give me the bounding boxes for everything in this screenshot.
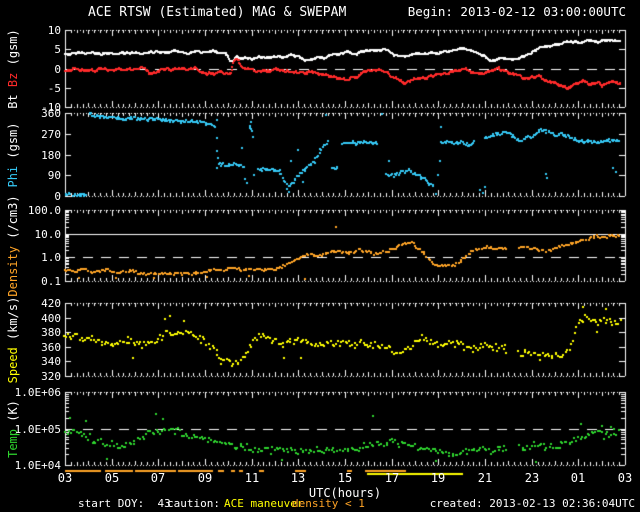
begin-timestamp: Begin: 2013-02-12 03:00:00UTC (407, 4, 626, 19)
y-tick-label: 420 (41, 297, 61, 310)
x-tick-label: 11 (244, 471, 260, 485)
x-tick-label: 13 (290, 471, 306, 485)
x-tick-label: 07 (150, 471, 166, 485)
y-tick-label: 1.0 (41, 251, 61, 264)
x-tick-label: 05 (104, 471, 120, 485)
x-tick-label: 01 (570, 471, 586, 485)
y-tick-label: 10 (47, 24, 61, 37)
chart-canvas (0, 0, 640, 512)
x-tick-label: 19 (430, 471, 446, 485)
y-tick-label: 360 (41, 107, 61, 120)
x-tick-label: 17 (384, 471, 400, 485)
y-tick-label: 0.1 (41, 275, 61, 288)
y-tick-label: 180 (41, 149, 61, 162)
y-tick-label: 5 (54, 43, 61, 56)
x-tick-label: 03 (617, 471, 633, 485)
y-tick-label: -5 (47, 82, 61, 95)
y-tick-label: 10.0 (34, 228, 62, 241)
y-tick-label: 340 (41, 355, 61, 368)
y-tick-label: 1.0E+06 (14, 386, 61, 399)
footer-start-doy: start DOY: 43 (78, 497, 171, 510)
ace-rtsw-plot: ACE RTSW (Estimated) MAG & SWEPAM Begin:… (0, 0, 640, 512)
y-tick-label: 1.0E+04 (14, 459, 61, 472)
y-axis-label-speed: Speed (km/s) (6, 296, 20, 383)
y-tick-label: 400 (41, 312, 61, 325)
x-tick-label: 09 (197, 471, 213, 485)
footer-caution-density: density < 1 (292, 497, 365, 510)
y-tick-label: 100.0 (27, 204, 61, 217)
y-tick-label: 320 (41, 370, 61, 383)
footer-caution-label: caution: (167, 497, 220, 510)
x-tick-label: 23 (524, 471, 540, 485)
page-title: ACE RTSW (Estimated) MAG & SWEPAM (88, 5, 347, 20)
y-tick-label: 90 (47, 169, 61, 182)
y-tick-label: 380 (41, 326, 61, 339)
y-tick-label: 1.0E+05 (14, 423, 61, 436)
x-tick-label: 21 (477, 471, 493, 485)
footer-created-timestamp: created: 2013-02-13 02:36:04UTC (429, 497, 635, 510)
x-tick-label: 15 (337, 471, 353, 485)
y-tick-label: 270 (41, 128, 61, 141)
y-tick-label: 0 (54, 63, 61, 76)
x-tick-label: 03 (57, 471, 73, 485)
y-tick-label: 360 (41, 341, 61, 354)
